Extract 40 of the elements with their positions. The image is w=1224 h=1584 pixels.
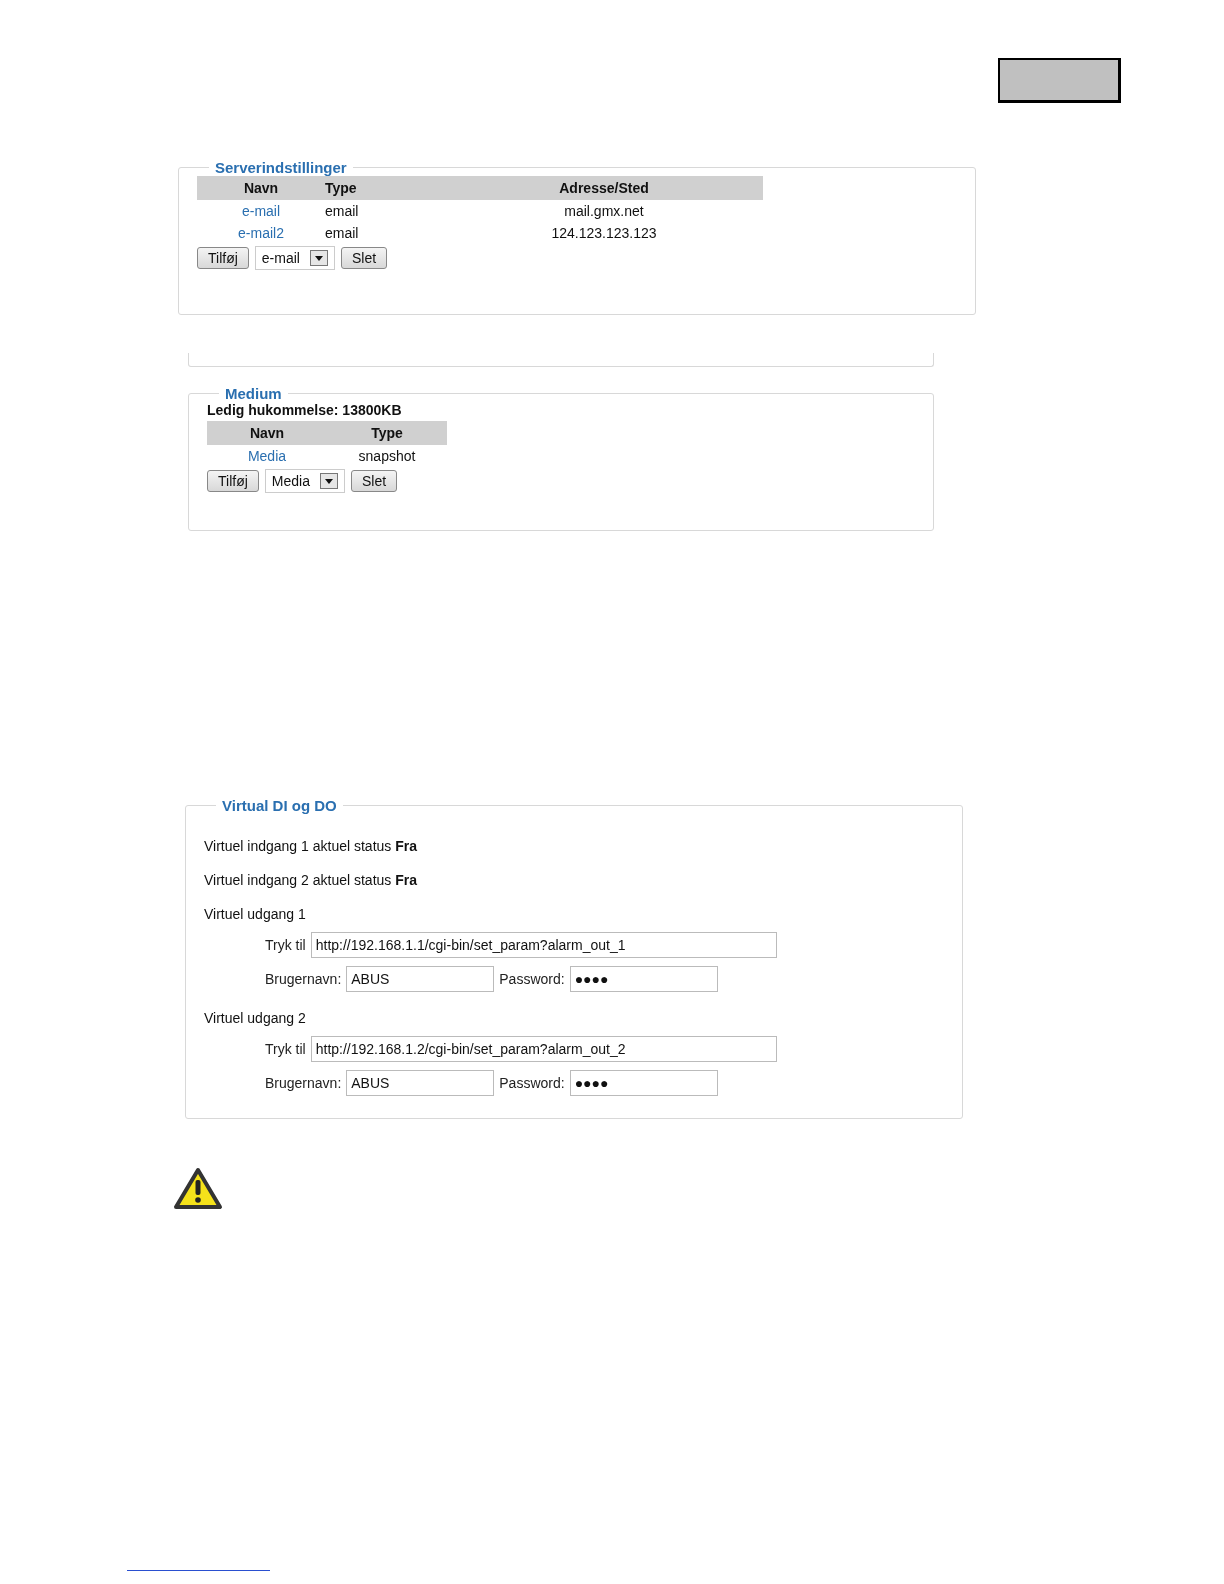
field-label: Password: [499,971,565,987]
panel-title: Serverindstillinger [214,159,348,176]
table-cell-text: 124.123.123.123 [550,224,658,243]
field-label: Password: [499,1075,565,1091]
username-field[interactable]: ABUS [346,966,495,992]
password-field[interactable]: ●●●● [569,1070,718,1096]
add-button[interactable]: Tilføj [207,470,259,492]
column-header: Type [325,176,445,200]
table-cell-text: email [325,202,360,221]
output-label: Virtuel udgang 2 [204,1010,307,1026]
table-cell-text: email [325,224,360,243]
field-label: Tryk til [265,937,306,953]
column-header: Navn [197,176,325,200]
warning-icon [173,1167,223,1211]
panel-title: Medium [224,385,283,402]
type-dropdown[interactable]: Media [264,469,345,493]
table-cell-text: snapshot [357,447,417,466]
url-field[interactable]: http://192.168.1.1/cgi-bin/set_param?alarm_out_1 [310,932,777,958]
output-label: Virtuel udgang 1 [204,906,307,922]
field-label: Tryk til [265,1041,306,1057]
column-header: Navn [207,421,327,445]
field-label: Brugernavn: [265,971,342,987]
username-field[interactable]: ABUS [346,1070,495,1096]
password-field[interactable]: ●●●● [569,966,718,992]
add-button[interactable]: Tilføj [197,247,249,269]
input-status-text: Virtuel indgang 2 aktuel status Fra [204,872,418,888]
delete-button[interactable]: Slet [350,470,398,492]
name-link[interactable]: e-mail2 [197,222,325,244]
field-label: Brugernavn: [265,1075,342,1091]
type-dropdown[interactable]: e-mail [254,246,335,270]
free-memory-text: Ledig hukommelse: 13800KB [207,402,403,418]
panel-title: Virtual DI og DO [221,797,338,814]
name-link[interactable]: Media [207,445,327,467]
table-cell-text: mail.gmx.net [563,202,645,221]
url-field[interactable]: http://192.168.1.2/cgi-bin/set_param?alarm_out_2 [310,1036,777,1062]
delete-button[interactable]: Slet [340,247,388,269]
name-link[interactable]: e-mail [197,200,325,222]
input-status-text: Virtuel indgang 1 aktuel status Fra [204,838,418,854]
column-header: Adresse/Sted [445,176,763,200]
column-header: Type [327,421,447,445]
